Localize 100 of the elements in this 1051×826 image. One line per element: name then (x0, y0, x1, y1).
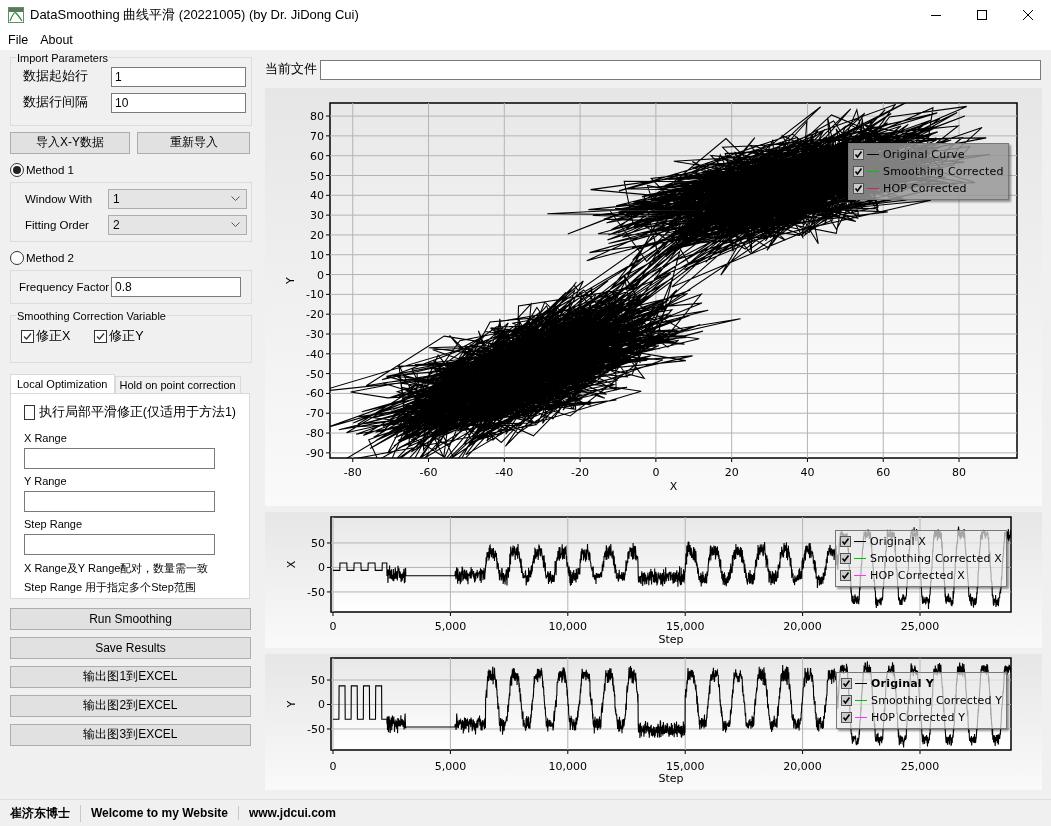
input-field[interactable]: 10 (111, 92, 246, 113)
import-button[interactable]: 重新导入 (137, 131, 250, 154)
tick-label: 20 (724, 465, 739, 479)
field-label: 当前文件 (265, 61, 318, 79)
tick-label: 5,000 (434, 619, 467, 633)
legend-label: Original X (870, 534, 927, 548)
input-field[interactable] (24, 490, 215, 512)
tick-label: 15,000 (665, 619, 705, 633)
checkbox[interactable] (840, 552, 851, 564)
tick-label: 25,000 (900, 759, 940, 773)
tick-label: 50 (311, 674, 325, 687)
legend-label: HOP Corrected (883, 181, 967, 195)
field-label: Step Range (24, 516, 84, 531)
tick-label: 60 (876, 465, 891, 479)
maximize-icon (977, 10, 987, 20)
import-button[interactable]: 导入X-Y数据 (10, 131, 130, 154)
checkbox[interactable] (21, 330, 34, 344)
field-label: X Range (24, 430, 68, 445)
input-field[interactable]: 0.8 (111, 276, 241, 297)
tick-label: 0 (652, 465, 660, 479)
tick-label: -40 (495, 465, 514, 479)
input-field[interactable] (24, 447, 215, 469)
checkbox[interactable] (94, 330, 108, 344)
group-title: Import Parameters (16, 51, 110, 64)
checkbox[interactable] (853, 148, 864, 160)
note-text: X Range及Y Range配对，数量需一致 (24, 560, 210, 576)
tick-label: 80 (952, 465, 966, 479)
menu-item[interactable]: About (34, 33, 79, 47)
radio-button[interactable] (10, 250, 24, 265)
tick-label: -80 (306, 427, 324, 440)
caret-icon (231, 196, 240, 202)
legend-label: HOP Corrected X (870, 568, 965, 582)
tick-label: -90 (306, 446, 324, 460)
checkbox[interactable] (853, 182, 864, 194)
axis-title: Y (284, 277, 297, 284)
checkbox[interactable] (840, 535, 851, 547)
close-icon (1023, 10, 1033, 20)
caret-icon (231, 222, 240, 228)
menu-item[interactable]: File (2, 33, 35, 47)
field-label: 数据起始行 (22, 68, 89, 86)
tab[interactable]: Hold on point correction (114, 375, 241, 393)
legend-label: Smoothing Corrected X (870, 551, 1003, 565)
axis-title: Y (285, 700, 298, 708)
legend-label: Original Y (871, 676, 934, 690)
tick-label: 15,000 (665, 759, 705, 773)
note-text: Step Range 用于指定多个Step范围 (24, 579, 197, 595)
tick-label: 10 (310, 248, 324, 262)
tick-label: -20 (306, 308, 324, 322)
status-text: 崔济东博士 (0, 804, 81, 822)
tick-label: -80 (343, 465, 362, 479)
input-field[interactable]: 1 (111, 66, 246, 87)
legend-label: Original Curve (883, 147, 965, 161)
legend-label: Smoothing Corrected Y (871, 693, 1003, 707)
status-text: www.jdcui.com (247, 806, 337, 820)
status-text: Welcome to my Website (81, 806, 239, 820)
checkbox[interactable] (853, 165, 864, 177)
tick-label: 10,000 (548, 619, 588, 633)
checkbox-label: 修正X (36, 328, 71, 346)
field-label: Window With (24, 192, 94, 205)
tick-label: 20 (310, 228, 324, 242)
tick-label: 0 (318, 561, 325, 575)
tick-label: 70 (310, 129, 324, 143)
axis-title: X (669, 479, 678, 493)
legend-label: HOP Corrected Y (871, 710, 966, 724)
tab[interactable]: Local Optimization (10, 373, 115, 393)
field-label: Fitting Order (24, 218, 90, 231)
radio-button[interactable] (10, 162, 24, 177)
axis-title: Step (658, 632, 684, 646)
checkbox[interactable] (841, 694, 852, 706)
tick-label: 0 (317, 268, 324, 282)
action-button[interactable]: 输出图3到EXCEL (10, 723, 251, 746)
action-button[interactable]: 输出图2到EXCEL (10, 694, 251, 717)
app-icon (8, 7, 24, 23)
dropdown[interactable]: 2 (108, 214, 247, 235)
action-button[interactable]: 输出图1到EXCEL (10, 665, 251, 688)
checkbox[interactable] (841, 677, 852, 689)
tick-label: -50 (306, 367, 324, 381)
legend-label: Smoothing Corrected (883, 164, 1004, 178)
tick-label: -10 (306, 288, 324, 302)
tick-label: 60 (310, 149, 324, 163)
action-button[interactable]: Save Results (10, 636, 251, 659)
dropdown[interactable]: 1 (108, 188, 247, 209)
input-field[interactable] (24, 533, 215, 555)
checkbox[interactable] (840, 569, 851, 581)
checkbox[interactable] (841, 711, 852, 723)
checkbox[interactable] (24, 405, 35, 421)
field-label: Y Range (24, 473, 68, 488)
field-label: Frequency Factor (19, 280, 111, 293)
group-title: Smoothing Correction Variable (16, 309, 167, 322)
tick-label: 50 (311, 536, 325, 550)
tick-label: -70 (306, 407, 324, 421)
file-path-field[interactable] (320, 59, 1041, 80)
radio-label: Method 1 (26, 163, 74, 176)
tick-label: 50 (310, 169, 324, 183)
tick-label: 0 (329, 759, 337, 773)
tick-label: -50 (307, 585, 325, 599)
tick-label: 10,000 (548, 759, 588, 773)
radio-label: Method 2 (26, 251, 74, 264)
action-button[interactable]: Run Smoothing (10, 607, 251, 630)
checkbox-label: 执行局部平滑修正(仅适用于方法1) (38, 404, 236, 422)
